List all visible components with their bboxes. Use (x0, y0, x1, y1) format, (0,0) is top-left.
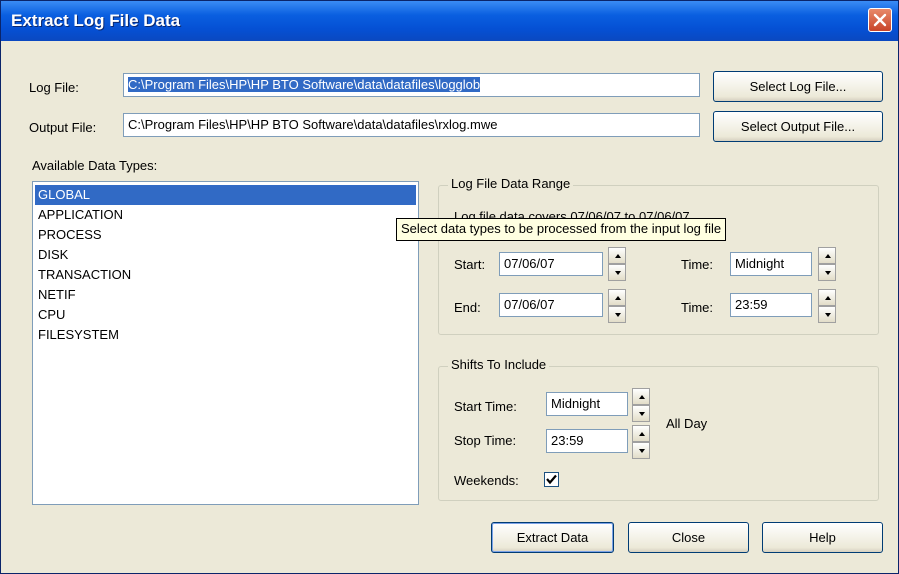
weekends-checkbox[interactable] (544, 472, 559, 487)
select-log-file-button[interactable]: Select Log File... (713, 71, 883, 102)
arrow-up-icon (639, 395, 645, 399)
start-date-label: Start: (454, 257, 486, 272)
data-types-tooltip: Select data types to be processed from t… (396, 218, 727, 241)
start-time-spinner[interactable] (818, 247, 836, 281)
data-range-legend: Log File Data Range (448, 176, 574, 191)
output-file-label: Output File: (29, 120, 97, 135)
close-icon (873, 13, 887, 27)
extract-data-button[interactable]: Extract Data (491, 522, 614, 553)
arrow-up-icon (639, 432, 645, 436)
shift-start-spinner[interactable] (632, 388, 650, 422)
end-time-spinner[interactable] (818, 289, 836, 323)
shift-start-label: Start Time: (454, 399, 517, 414)
arrow-down-icon (615, 271, 621, 275)
start-date-input[interactable]: 07/06/07 (499, 252, 603, 276)
start-time-input[interactable]: Midnight (730, 252, 812, 276)
data-type-item[interactable]: APPLICATION (35, 205, 416, 225)
data-type-item[interactable]: GLOBAL (35, 185, 416, 205)
end-time-up-button[interactable] (818, 289, 836, 306)
data-type-item[interactable]: PROCESS (35, 225, 416, 245)
end-date-down-button[interactable] (608, 306, 626, 323)
shift-stop-down-button[interactable] (632, 442, 650, 459)
arrow-up-icon (825, 254, 831, 258)
arrow-down-icon (639, 449, 645, 453)
end-time-down-button[interactable] (818, 306, 836, 323)
extract-log-dialog: Extract Log File Data Log File: C:\Progr… (0, 0, 899, 574)
end-date-spinner[interactable] (608, 289, 626, 323)
end-time-input[interactable]: 23:59 (730, 293, 812, 317)
arrow-down-icon (615, 313, 621, 317)
title-bar[interactable]: Extract Log File Data (1, 1, 898, 41)
start-date-spinner[interactable] (608, 247, 626, 281)
log-file-value: C:\Program Files\HP\HP BTO Software\data… (128, 77, 481, 92)
all-day-label: All Day (666, 416, 708, 431)
start-time-up-button[interactable] (818, 247, 836, 264)
arrow-up-icon (825, 296, 831, 300)
shift-start-up-button[interactable] (632, 388, 650, 405)
data-types-list[interactable]: GLOBAL APPLICATION PROCESS DISK TRANSACTION N… (32, 181, 419, 505)
close-window-button[interactable] (868, 8, 892, 32)
shift-stop-label: Stop Time: (454, 433, 517, 448)
end-date-input[interactable]: 07/06/07 (499, 293, 603, 317)
arrow-down-icon (825, 271, 831, 275)
checkmark-icon (546, 474, 557, 485)
data-type-item[interactable]: TRANSACTION (35, 265, 416, 285)
end-time-label: Time: (681, 300, 714, 315)
data-type-item[interactable]: FILESYSTEM (35, 325, 416, 345)
start-time-label: Time: (681, 257, 714, 272)
shift-start-down-button[interactable] (632, 405, 650, 422)
shift-stop-spinner[interactable] (632, 425, 650, 459)
arrow-up-icon (615, 254, 621, 258)
data-type-item[interactable]: CPU (35, 305, 416, 325)
data-type-item[interactable]: DISK (35, 245, 416, 265)
end-date-up-button[interactable] (608, 289, 626, 306)
start-time-down-button[interactable] (818, 264, 836, 281)
output-file-input[interactable]: C:\Program Files\HP\HP BTO Software\data… (123, 113, 700, 137)
arrow-down-icon (639, 412, 645, 416)
close-button[interactable]: Close (628, 522, 749, 553)
shift-start-input[interactable]: Midnight (546, 392, 628, 416)
select-output-file-button[interactable]: Select Output File... (713, 111, 883, 142)
shift-stop-up-button[interactable] (632, 425, 650, 442)
data-types-label: Available Data Types: (32, 158, 158, 173)
arrow-down-icon (825, 313, 831, 317)
data-type-item[interactable]: NETIF (35, 285, 416, 305)
log-file-label: Log File: (29, 80, 79, 95)
window-title: Extract Log File Data (11, 11, 181, 30)
weekends-label: Weekends: (454, 473, 519, 488)
help-button[interactable]: Help (762, 522, 883, 553)
start-date-down-button[interactable] (608, 264, 626, 281)
end-date-label: End: (454, 300, 481, 315)
shifts-legend: Shifts To Include (448, 357, 550, 372)
log-file-input[interactable]: C:\Program Files\HP\HP BTO Software\data… (123, 73, 700, 97)
shift-stop-input[interactable]: 23:59 (546, 429, 628, 453)
start-date-up-button[interactable] (608, 247, 626, 264)
arrow-up-icon (615, 296, 621, 300)
